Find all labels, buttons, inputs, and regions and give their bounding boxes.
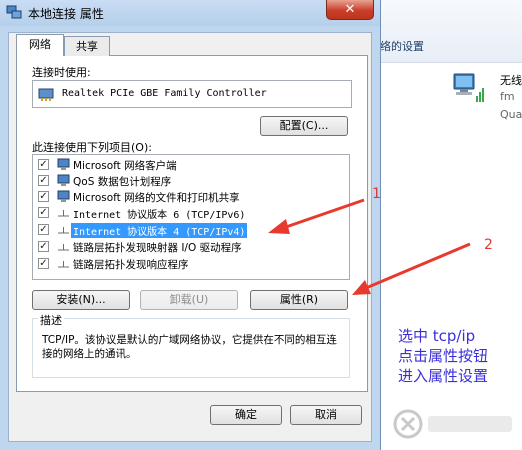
list-item[interactable]: ✓ 链路层拓扑发现响应程序 xyxy=(36,256,346,272)
item-label: 链路层拓扑发现映射器 I/O 驱动程序 xyxy=(73,242,242,254)
connect-using-label: 连接时使用: xyxy=(32,66,91,79)
install-button[interactable]: 安装(N)... xyxy=(32,290,130,310)
annotation-line: 选中 tcp/ip xyxy=(398,327,476,345)
properties-button[interactable]: 属性(R) xyxy=(250,290,348,310)
ok-button[interactable]: 确定 xyxy=(210,405,282,425)
network-computer-icon xyxy=(453,73,484,102)
list-item-selected[interactable]: ✓ Internet 协议版本 4 (TCP/IPv4) xyxy=(36,222,346,238)
protocol-icon xyxy=(58,227,69,234)
item-label: Microsoft 网络客户端 xyxy=(73,160,177,172)
network-detail: fm xyxy=(500,90,515,103)
network-adapter-icon xyxy=(6,5,22,19)
checkbox[interactable]: ✓ xyxy=(38,224,49,235)
list-item[interactable]: ✓ Microsoft 网络的文件和打印机共享 xyxy=(36,189,346,205)
tab-share[interactable]: 共享 xyxy=(64,36,110,56)
tab-network[interactable]: 网络 xyxy=(16,34,64,56)
service-icon xyxy=(57,174,70,186)
background-header-text: 络的设置 xyxy=(380,40,424,53)
list-item[interactable]: ✓ 链路层拓扑发现映射器 I/O 驱动程序 xyxy=(36,239,346,255)
checkbox[interactable]: ✓ xyxy=(38,258,49,269)
file-share-icon xyxy=(57,190,70,202)
close-button[interactable]: ✕ xyxy=(326,0,374,20)
checkbox[interactable]: ✓ xyxy=(38,159,49,170)
uninstall-button[interactable]: 卸载(U) xyxy=(140,290,238,310)
network-client-icon xyxy=(57,158,70,170)
annotation-instructions: 选中 tcp/ip 点击属性按钮 进入属性设置 xyxy=(398,326,488,386)
protocol-icon xyxy=(58,244,69,251)
annotation-number-2: 2 xyxy=(484,237,493,253)
network-status: Qua xyxy=(500,108,522,121)
annotation-number-1: 1 xyxy=(372,186,381,202)
watermark-logo xyxy=(393,409,512,439)
item-label: Internet 协议版本 4 (TCP/IPv4) xyxy=(71,223,248,238)
checkbox[interactable]: ✓ xyxy=(38,175,49,186)
dialog-title: 本地连接 属性 xyxy=(28,7,104,21)
items-label: 此连接使用下列项目(O): xyxy=(32,141,152,154)
annotation-line: 进入属性设置 xyxy=(398,367,489,385)
item-label: Microsoft 网络的文件和打印机共享 xyxy=(73,192,240,204)
network-adapter-icon xyxy=(38,88,54,101)
item-label: 链路层拓扑发现响应程序 xyxy=(73,259,189,271)
list-item[interactable]: ✓ Microsoft 网络客户端 xyxy=(36,157,346,173)
list-item[interactable]: ✓ QoS 数据包计划程序 xyxy=(36,173,346,189)
configure-button[interactable]: 配置(C)... xyxy=(260,116,348,136)
cancel-button[interactable]: 取消 xyxy=(290,405,362,425)
network-name: 无线 xyxy=(500,74,522,87)
item-label: Internet 协议版本 6 (TCP/IPv6) xyxy=(73,210,246,221)
adapter-name: Realtek PCIe GBE Family Controller xyxy=(62,88,267,99)
description-text: TCP/IP。该协议是默认的广域网络协议，它提供在不同的相互连接的网络上的通讯。 xyxy=(42,334,337,360)
checkbox[interactable]: ✓ xyxy=(38,207,49,218)
checkbox[interactable]: ✓ xyxy=(38,241,49,252)
description-title: 描述 xyxy=(38,312,64,328)
list-item[interactable]: ✓ Internet 协议版本 6 (TCP/IPv6) xyxy=(36,205,346,221)
protocol-icon xyxy=(58,210,69,217)
protocol-icon xyxy=(58,261,69,268)
item-label: QoS 数据包计划程序 xyxy=(73,176,172,188)
annotation-line: 点击属性按钮 xyxy=(398,347,489,365)
checkbox[interactable]: ✓ xyxy=(38,191,49,202)
